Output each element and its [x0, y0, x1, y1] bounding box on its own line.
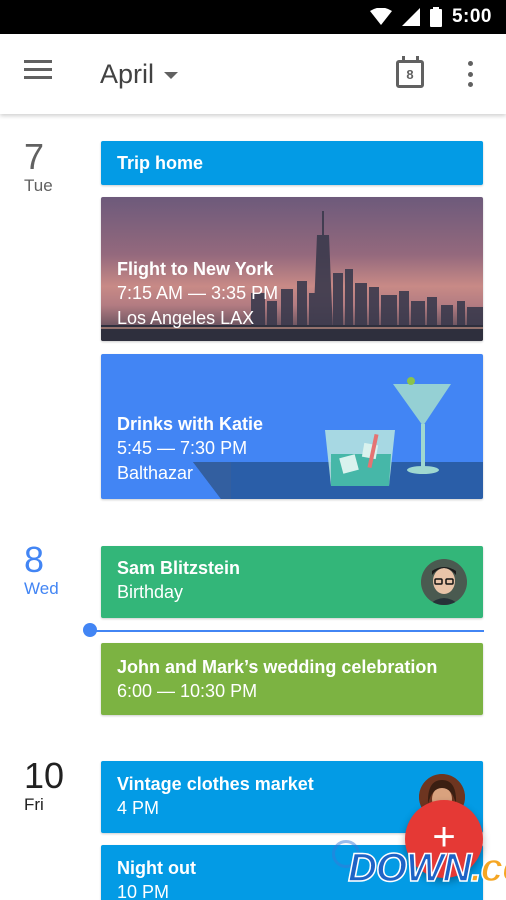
- event-title: Sam Blitzstein: [117, 558, 241, 578]
- more-vert-icon[interactable]: [466, 61, 474, 87]
- watermark-text: DOWN.cc: [347, 845, 506, 891]
- day-label-10: 10 Fri: [24, 757, 84, 815]
- today-date: 8: [406, 67, 414, 82]
- event-time: 5:45 — 7:30 PM: [117, 438, 248, 458]
- day-name: Tue: [24, 176, 53, 195]
- day-number: 10: [24, 755, 65, 796]
- avatar: [421, 559, 467, 605]
- event-drinks-with-katie[interactable]: Drinks with Katie 5:45 — 7:30 PM Balthaz…: [101, 354, 483, 499]
- event-time: 7:15 AM — 3:35 PM: [117, 283, 279, 303]
- day-name: Wed: [24, 579, 59, 598]
- event-flight-new-york[interactable]: Flight to New York 7:15 AM — 3:35 PM Los…: [101, 197, 483, 341]
- month-label: April: [100, 58, 155, 89]
- event-sam-birthday[interactable]: Sam Blitzstein Birthday: [101, 546, 483, 618]
- calendar-today-icon[interactable]: 8: [394, 54, 428, 90]
- signal-icon: [401, 8, 420, 26]
- day-number: 7: [24, 136, 45, 177]
- caret-down-icon: [164, 71, 179, 79]
- app-bar: April 8: [0, 34, 506, 114]
- day-number: 8: [24, 539, 45, 580]
- event-title: Night out: [117, 858, 196, 878]
- battery-icon: [429, 7, 442, 27]
- day-label-7: 7 Tue: [24, 138, 84, 196]
- event-time: 6:00 — 10:30 PM: [117, 681, 258, 701]
- event-location: Balthazar: [117, 463, 194, 483]
- watermark: DOWN.cc: [332, 836, 506, 900]
- month-selector[interactable]: April: [100, 54, 179, 94]
- event-location: Los Angeles LAX: [117, 308, 255, 328]
- event-trip-home[interactable]: Trip home: [101, 141, 483, 185]
- event-title: John and Mark’s wedding celebration: [117, 657, 438, 677]
- status-bar: 5:00: [0, 0, 506, 34]
- wifi-icon: [369, 8, 392, 25]
- event-wedding-celebration[interactable]: John and Mark’s wedding celebration 6:00…: [101, 643, 483, 715]
- event-subtitle: Birthday: [117, 582, 184, 602]
- event-title: Flight to New York: [117, 259, 274, 279]
- menu-icon[interactable]: [24, 60, 54, 88]
- status-icons: 5:00: [369, 0, 492, 34]
- event-title: Vintage clothes market: [117, 774, 314, 794]
- event-title: Drinks with Katie: [117, 414, 264, 434]
- agenda-list[interactable]: 7 Tue Trip home Flight to New York 7:15 …: [0, 114, 506, 900]
- event-time: 10 PM: [117, 882, 170, 900]
- event-time: 4 PM: [117, 798, 160, 818]
- current-time-line: [84, 630, 484, 632]
- event-title: Trip home: [117, 153, 204, 173]
- status-time: 5:00: [451, 6, 492, 27]
- current-time-dot: [83, 623, 97, 637]
- day-name: Fri: [24, 795, 44, 814]
- day-label-8: 8 Wed: [24, 541, 84, 599]
